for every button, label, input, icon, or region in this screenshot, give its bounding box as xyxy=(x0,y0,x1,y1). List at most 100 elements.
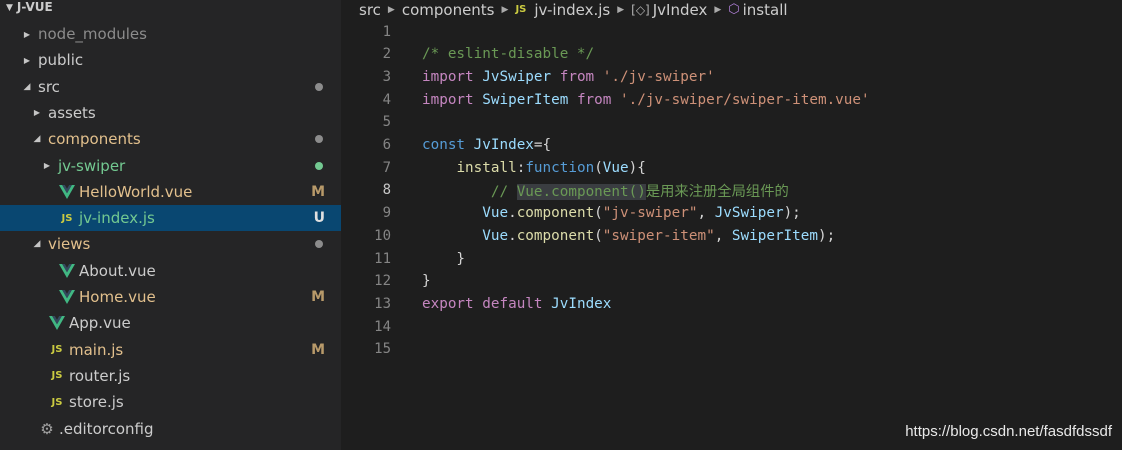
code-token: from xyxy=(559,68,603,85)
code-token: import xyxy=(422,91,483,108)
code-token: component xyxy=(516,205,595,222)
chevron-right-icon: ▶ xyxy=(714,4,722,15)
code-token: ); xyxy=(817,227,836,244)
code-token: export xyxy=(422,295,483,312)
tree-item-label: public xyxy=(38,51,84,70)
js-file-icon: JS xyxy=(51,370,63,382)
code-token: ={ xyxy=(533,137,552,153)
code-text: Vue.component("swiper-item", SwiperItem)… xyxy=(422,228,835,244)
code-line[interactable]: 13 export default JvIndex xyxy=(341,292,1122,315)
code-line[interactable]: 5 xyxy=(341,111,1122,134)
line-number: 1 xyxy=(382,23,391,40)
code-line[interactable]: 1 xyxy=(341,20,1122,43)
tree-item-label: views xyxy=(48,235,91,254)
code-token: default xyxy=(482,295,552,312)
code-token: , xyxy=(714,227,732,244)
chevron-right-icon: ▶ xyxy=(43,161,51,170)
vue-file-icon xyxy=(58,263,76,278)
line-number: 6 xyxy=(382,137,391,153)
line-number: 10 xyxy=(374,227,391,244)
tree-item-label: About.vue xyxy=(79,261,156,280)
code-token: Vue.component() xyxy=(516,183,646,200)
code-token: component xyxy=(516,227,595,244)
code-text: import JvSwiper from './jv-swiper' xyxy=(422,69,715,85)
tree-item[interactable]: ▶ public xyxy=(0,47,341,73)
git-status-badge: U xyxy=(313,210,325,227)
tree-item[interactable]: ◢ views xyxy=(0,231,341,257)
code-token: from xyxy=(576,91,620,108)
breadcrumb-components[interactable]: components xyxy=(402,1,495,19)
tree-item[interactable]: ▶ node_modules xyxy=(0,21,341,47)
breadcrumb-src[interactable]: src xyxy=(359,1,381,19)
line-number: 2 xyxy=(382,46,391,63)
watermark-url: https://blog.csdn.net/fasdfdssdf xyxy=(905,423,1112,440)
git-status-dot xyxy=(315,161,323,170)
tree-item[interactable]: ▶ jv-swiper xyxy=(0,153,341,179)
tree-item[interactable]: About.vue xyxy=(0,258,341,284)
code-token: JvIndex xyxy=(473,137,534,153)
breadcrumb-symbol[interactable]: JvIndex xyxy=(653,1,708,19)
chevron-right-icon: ▶ xyxy=(501,4,509,15)
tree-item-label: .editorconfig xyxy=(59,419,154,438)
git-status-badge: M xyxy=(311,289,325,305)
code-token: . xyxy=(508,205,517,222)
tree-item[interactable]: Home.vue M xyxy=(0,284,341,310)
code-token: . xyxy=(508,227,517,244)
code-line[interactable]: 9 Vue.component("jv-swiper", JvSwiper); xyxy=(341,202,1122,225)
chevron-right-icon: ▶ xyxy=(387,4,395,15)
tree-item[interactable]: ▶ assets xyxy=(0,100,341,126)
breadcrumb-method[interactable]: install xyxy=(743,1,788,19)
code-token: import xyxy=(422,68,483,85)
code-line[interactable]: 10 Vue.component("swiper-item", SwiperIt… xyxy=(341,224,1122,247)
explorer-root-header[interactable]: ▼ J-VUE xyxy=(0,0,341,20)
code-text: install:function(Vue){ xyxy=(422,160,645,176)
tree-item-label: jv-swiper xyxy=(58,156,126,175)
code-line[interactable]: 8 // Vue.component()是用来注册全局组件的 xyxy=(341,179,1122,202)
line-number: 14 xyxy=(374,318,391,335)
git-status-dot xyxy=(315,135,323,144)
line-number: 8 xyxy=(382,182,391,199)
js-file-icon: JS xyxy=(61,212,73,224)
code-token: "swiper-item" xyxy=(602,227,715,244)
code-line[interactable]: 11 } xyxy=(341,247,1122,270)
code-token: const xyxy=(422,137,474,153)
code-line[interactable]: 12} xyxy=(341,270,1122,293)
code-line[interactable]: 15 xyxy=(341,338,1122,361)
explorer-root-label: J-VUE xyxy=(16,0,53,14)
tree-item-label: main.js xyxy=(69,340,124,359)
chevron-right-icon: ▶ xyxy=(617,4,625,15)
tree-item[interactable]: App.vue xyxy=(0,310,341,336)
tree-item[interactable]: ◢ src xyxy=(0,74,341,100)
chevron-down-icon: ◢ xyxy=(23,81,31,92)
tree-item[interactable]: JS router.js xyxy=(0,363,341,389)
vue-file-icon xyxy=(58,290,76,304)
code-line[interactable]: 4 import SwiperItem from './jv-swiper/swi… xyxy=(341,88,1122,111)
code-token: "jv-swiper" xyxy=(602,205,698,222)
tree-item[interactable]: JS jv-index.js U xyxy=(0,205,341,232)
code-line[interactable]: 7 install:function(Vue){ xyxy=(341,156,1122,179)
code-text: } xyxy=(422,251,465,267)
tree-item[interactable]: ⚙ .editorconfig xyxy=(0,416,341,442)
tree-item-label: node_modules xyxy=(38,25,147,43)
js-file-icon: JS xyxy=(515,4,527,15)
code-line[interactable]: 14 xyxy=(341,315,1122,338)
tree-item[interactable]: JS store.js xyxy=(0,389,341,415)
tree-item[interactable]: ◢ components xyxy=(0,126,341,152)
code-token: Vue xyxy=(482,227,509,244)
code-token: JvSwiper xyxy=(482,68,560,85)
code-editor[interactable]: src ▶ components ▶ JS jv-index.js ▶ [◇] … xyxy=(341,0,1122,450)
tree-item-label: src xyxy=(38,77,60,96)
tree-item[interactable]: HelloWorld.vue M xyxy=(0,179,341,205)
line-number: 3 xyxy=(382,68,391,85)
code-line[interactable]: 2 /* eslint-disable */ xyxy=(341,43,1122,66)
tree-item-label: Home.vue xyxy=(79,288,156,306)
code-line[interactable]: 6 const JvIndex={ xyxy=(341,134,1122,157)
code-line[interactable]: 3 import JvSwiper from './jv-swiper' xyxy=(341,65,1122,88)
line-number: 12 xyxy=(374,273,391,290)
tree-item-label: assets xyxy=(48,103,96,122)
tree-item[interactable]: JS main.js M xyxy=(0,337,341,363)
chevron-right-icon: ▶ xyxy=(33,108,41,118)
breadcrumb-file[interactable]: jv-index.js xyxy=(534,1,610,19)
